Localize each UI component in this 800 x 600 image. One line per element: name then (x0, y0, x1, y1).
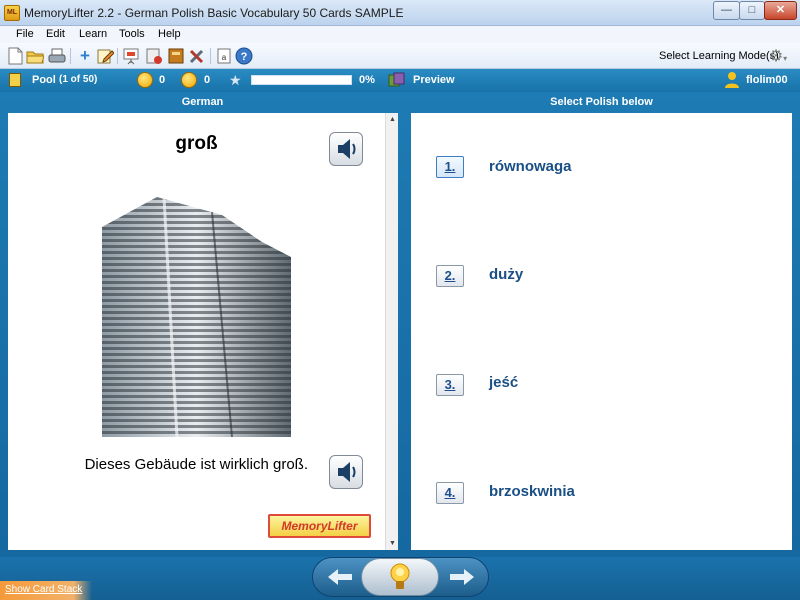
answer-3-text[interactable]: jeść (489, 374, 518, 391)
menu-help[interactable]: Help (158, 28, 181, 40)
progress-bar (251, 75, 352, 85)
question-panel: groß Dieses Gebäude ist wirklich groß. M… (8, 113, 385, 550)
gear-icon[interactable]: ⚙▾ (768, 47, 788, 67)
answer-1-button[interactable]: 1. (436, 156, 464, 178)
answer-1-text[interactable]: równowaga (489, 158, 572, 175)
print-cards-icon[interactable] (145, 47, 163, 65)
preview-label[interactable]: Preview (413, 74, 455, 86)
username: flolim00 (746, 74, 788, 86)
window-title: MemoryLifter 2.2 - German Polish Basic V… (24, 6, 404, 20)
dictionary-icon[interactable] (167, 47, 185, 65)
correct-smiley-icon (137, 72, 153, 88)
scroll-down-icon[interactable]: ▼ (386, 537, 399, 550)
speaker-icon[interactable] (329, 132, 363, 166)
slideshow-icon[interactable] (122, 47, 140, 65)
building-image (102, 196, 291, 438)
settings-tools-icon[interactable] (188, 47, 206, 65)
learning-mode-label[interactable]: Select Learning Mode(s) (659, 50, 779, 62)
answer-2-text[interactable]: duży (489, 266, 523, 283)
pool-label: Pool (32, 74, 56, 86)
correct-count: 0 (159, 74, 166, 86)
close-icon[interactable]: ✕ (764, 1, 797, 20)
answer-4-text[interactable]: brzoskwinia (489, 483, 575, 500)
pool-icon (9, 73, 21, 87)
app-icon[interactable]: ML (4, 5, 20, 21)
question-header: German (181, 96, 224, 108)
info-icon[interactable]: a (215, 47, 233, 65)
menu-edit[interactable]: Edit (46, 28, 65, 40)
star-icon: ★ (229, 72, 242, 88)
answer-4-button[interactable]: 4. (436, 482, 464, 504)
menu-learn[interactable]: Learn (79, 28, 107, 40)
svg-text:?: ? (241, 51, 248, 63)
pool-count: (1 of 50) (59, 74, 98, 85)
example-sentence: Dieses Gebäude ist wirklich groß. (84, 456, 308, 473)
wrong-count: 0 (204, 74, 211, 86)
wrong-smiley-icon (181, 72, 197, 88)
minimize-icon[interactable]: — (713, 1, 740, 20)
new-file-icon[interactable] (6, 47, 24, 65)
answer-panel: 1. równowaga 2. duży 3. jeść 4. brzoskwi… (411, 113, 792, 550)
menu-tools[interactable]: Tools (119, 28, 145, 40)
memorylifter-logo: MemoryLifter (268, 514, 371, 538)
toolbar-separator (117, 48, 118, 64)
add-card-icon[interactable]: + (76, 47, 94, 65)
progress-percent: 0% (359, 74, 375, 86)
toolbar-separator (70, 48, 71, 64)
preview-icon[interactable] (388, 72, 406, 88)
menu-file[interactable]: File (16, 28, 34, 40)
arrow-right-icon[interactable] (440, 562, 484, 592)
answer-3-button[interactable]: 3. (436, 374, 464, 396)
user-icon (724, 71, 740, 89)
open-folder-icon[interactable] (26, 47, 45, 65)
arrow-left-icon[interactable] (318, 562, 362, 592)
scroll-up-icon[interactable]: ▲ (386, 113, 399, 126)
svg-text:a: a (222, 53, 227, 62)
print-icon[interactable] (48, 47, 66, 65)
answer-2-button[interactable]: 2. (436, 265, 464, 287)
answer-header: Select Polish below (550, 96, 653, 108)
edit-card-icon[interactable] (96, 47, 115, 65)
toolbar-separator (210, 48, 211, 64)
help-icon[interactable]: ? (235, 47, 253, 65)
question-scrollbar[interactable]: ▲ ▼ (385, 113, 398, 550)
lightbulb-icon[interactable] (388, 561, 412, 593)
maximize-icon[interactable]: □ (739, 1, 765, 20)
show-card-stack-link[interactable]: Show Card Stack (5, 584, 82, 595)
speaker-example-icon[interactable] (329, 455, 363, 489)
